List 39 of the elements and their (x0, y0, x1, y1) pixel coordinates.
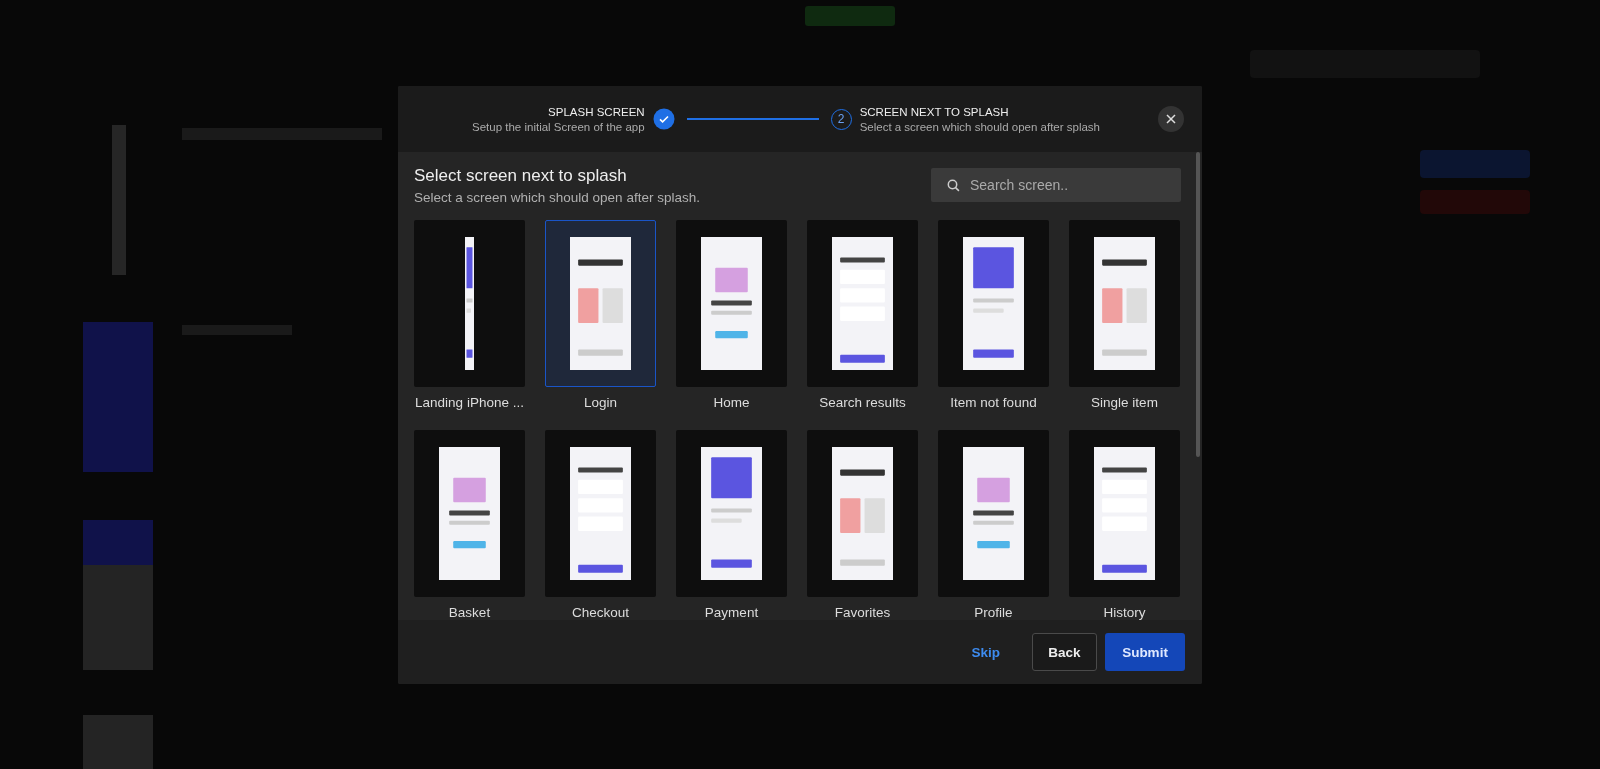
step-subtitle: Setup the initial Screen of the app (472, 120, 645, 133)
dialog-heading: Select screen next to splash (414, 166, 628, 186)
step-subtitle: Select a screen which should open after splash (859, 120, 1100, 133)
screen-card[interactable] (414, 430, 525, 597)
screen-label: History (1103, 605, 1146, 620)
skip-button[interactable]: Skip (971, 633, 1024, 671)
step-title: SPLASH SCREEN (548, 105, 645, 118)
screen-label: Login (583, 395, 617, 410)
screen-card[interactable] (938, 430, 1049, 597)
screen-card[interactable] (676, 220, 787, 387)
screen-label: Basket (448, 605, 491, 620)
dialog-subheading: Select a screen which should open after splash. (414, 190, 700, 205)
screen-label: Favorites (834, 605, 891, 620)
screen-label: Item not found (950, 395, 1037, 410)
step-title: SCREEN NEXT TO SPLASH (859, 105, 1010, 118)
screen-card[interactable] (1069, 430, 1180, 597)
close-icon (1166, 114, 1176, 124)
screen-label: Search results (819, 395, 906, 410)
dimmed-thumbnail (83, 715, 153, 769)
screen-card[interactable] (807, 430, 918, 597)
screen-label: Single item (1091, 395, 1158, 410)
screen-card[interactable] (545, 430, 656, 597)
screen-card[interactable] (807, 220, 918, 387)
scrollbar[interactable] (1196, 152, 1200, 457)
screen-label: Profile (974, 605, 1013, 620)
screen-card[interactable] (676, 430, 787, 597)
screen-label: Home (713, 395, 750, 410)
screen-label: Checkout (571, 605, 629, 620)
back-button[interactable]: Back (1032, 633, 1097, 671)
screen-card[interactable] (545, 220, 656, 387)
close-button[interactable] (1158, 106, 1184, 132)
screen-card[interactable] (414, 220, 525, 387)
screen-card[interactable] (1069, 220, 1180, 387)
screen-label: Payment (704, 605, 759, 620)
submit-button[interactable]: Submit (1105, 633, 1185, 671)
screen-label: Landing iPhone ... (415, 395, 524, 410)
screen-card[interactable] (938, 220, 1049, 387)
search-field[interactable]: Search screen.. (931, 168, 1181, 202)
search-icon (947, 179, 960, 192)
